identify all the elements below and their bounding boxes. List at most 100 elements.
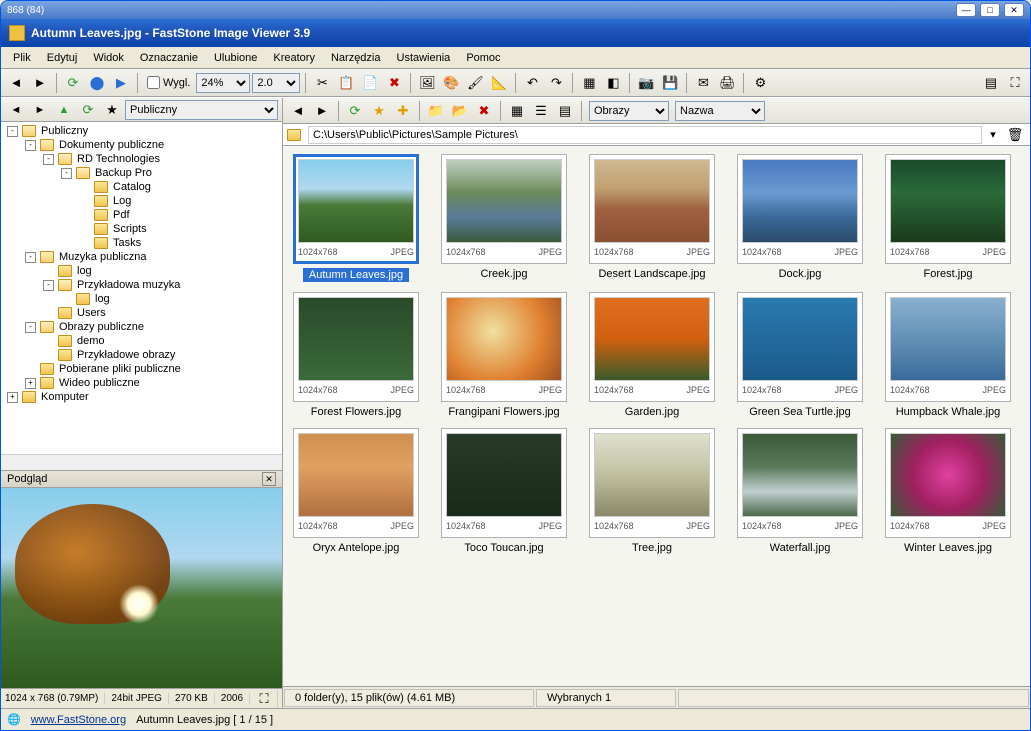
scale-combo[interactable]: 2.0 xyxy=(252,73,300,93)
tree-node[interactable]: -RD Technologies xyxy=(3,152,280,166)
thumb-move-icon[interactable]: 📂 xyxy=(449,100,471,122)
tree-scrollbar[interactable] xyxy=(1,454,282,470)
rotate-left-icon[interactable]: ↶ xyxy=(521,72,543,94)
settings-icon[interactable]: ⚙ xyxy=(749,72,771,94)
minimize-button[interactable]: — xyxy=(956,3,976,17)
rotate-right-icon[interactable]: ↷ xyxy=(545,72,567,94)
tree-node[interactable]: Przykładowe obrazy xyxy=(3,348,280,362)
tree-up-icon[interactable]: ▲ xyxy=(53,99,75,121)
tree-node[interactable]: Pobierane pliki publiczne xyxy=(3,362,280,376)
thumbnail-item[interactable]: 1024x768JPEGDesert Landscape.jpg xyxy=(587,154,717,282)
copy-icon[interactable]: 📋 xyxy=(335,72,357,94)
print-icon[interactable]: 🖨 xyxy=(716,72,738,94)
footer-link[interactable]: www.FastStone.org xyxy=(31,714,126,726)
path-trash-icon[interactable]: 🗑 xyxy=(1004,124,1026,146)
preview-expand-icon[interactable]: ⛶ xyxy=(256,688,278,709)
tree-node[interactable]: -Obrazy publiczne xyxy=(3,320,280,334)
tree-refresh-icon[interactable]: ⟳ xyxy=(77,99,99,121)
compare-icon[interactable]: ◧ xyxy=(602,72,624,94)
maximize-button[interactable]: □ xyxy=(980,3,1000,17)
thumb-fwd-icon[interactable]: ► xyxy=(311,100,333,122)
thumbnail-item[interactable]: 1024x768JPEGToco Toucan.jpg xyxy=(439,428,569,554)
thumbnail-item[interactable]: 1024x768JPEGForest.jpg xyxy=(883,154,1013,282)
grid-icon[interactable]: ▦ xyxy=(578,72,600,94)
cut-icon[interactable]: ✂ xyxy=(311,72,333,94)
menu-ulubione[interactable]: Ulubione xyxy=(206,50,265,66)
tree-toggle-icon[interactable]: - xyxy=(43,154,54,165)
tree-node[interactable]: Users xyxy=(3,306,280,320)
tree-node[interactable]: log xyxy=(3,292,280,306)
thumbnail-item[interactable]: 1024x768JPEGOryx Antelope.jpg xyxy=(291,428,421,554)
tree-node[interactable]: log xyxy=(3,264,280,278)
menu-widok[interactable]: Widok xyxy=(85,50,132,66)
tree-node[interactable]: Catalog xyxy=(3,180,280,194)
stop-icon[interactable]: ⬤ xyxy=(86,72,108,94)
zoom-combo[interactable]: 24% xyxy=(196,73,250,93)
view-list-icon[interactable]: ☰ xyxy=(530,100,552,122)
thumbnail-item[interactable]: 1024x768JPEGTree.jpg xyxy=(587,428,717,554)
tool4-icon[interactable]: 📐 xyxy=(488,72,510,94)
thumbnail-item[interactable]: 1024x768JPEGForest Flowers.jpg xyxy=(291,292,421,418)
nav-forward-icon[interactable]: ► xyxy=(29,72,51,94)
tree-toggle-icon[interactable]: - xyxy=(61,168,72,179)
sort-combo[interactable]: Nazwa xyxy=(675,101,765,121)
wygl-checkbox[interactable]: Wygl. xyxy=(147,76,190,89)
slideshow-icon[interactable]: ▶ xyxy=(110,72,132,94)
tree-node[interactable]: Pdf xyxy=(3,208,280,222)
tree-node[interactable]: Tasks xyxy=(3,236,280,250)
view-detail-icon[interactable]: ▤ xyxy=(554,100,576,122)
menu-pomoc[interactable]: Pomoc xyxy=(458,50,508,66)
tree-node[interactable]: +Komputer xyxy=(3,390,280,404)
capture-icon[interactable]: 📷 xyxy=(635,72,657,94)
tree-node[interactable]: Log xyxy=(3,194,280,208)
tree-toggle-icon[interactable]: - xyxy=(25,322,36,333)
thumb-delete-icon[interactable]: ✖ xyxy=(473,100,495,122)
menu-edytuj[interactable]: Edytuj xyxy=(39,50,86,66)
tree-node[interactable]: +Wideo publiczne xyxy=(3,376,280,390)
thumbnail-item[interactable]: 1024x768JPEGAutumn Leaves.jpg xyxy=(291,154,421,282)
tool1-icon[interactable]: 🖼 xyxy=(416,72,438,94)
layout1-icon[interactable]: ▤ xyxy=(980,72,1002,94)
close-button[interactable]: ✕ xyxy=(1004,3,1024,17)
menu-narzędzia[interactable]: Narzędzia xyxy=(323,50,389,66)
tree-node[interactable]: -Muzyka publiczna xyxy=(3,250,280,264)
tree-toggle-icon[interactable]: - xyxy=(7,126,18,137)
tree-toggle-icon[interactable]: + xyxy=(7,392,18,403)
tree-node[interactable]: demo xyxy=(3,334,280,348)
menu-plik[interactable]: Plik xyxy=(5,50,39,66)
filter-combo[interactable]: Obrazy xyxy=(589,101,669,121)
delete-icon[interactable]: ✖ xyxy=(383,72,405,94)
tree-toggle-icon[interactable]: - xyxy=(25,140,36,151)
tree-node[interactable]: -Publiczny xyxy=(3,124,280,138)
view-thumbs-icon[interactable]: ▦ xyxy=(506,100,528,122)
thumbnail-item[interactable]: 1024x768JPEGFrangipani Flowers.jpg xyxy=(439,292,569,418)
paste-icon[interactable]: 📄 xyxy=(359,72,381,94)
tree-node[interactable]: Scripts xyxy=(3,222,280,236)
menu-ustawienia[interactable]: Ustawienia xyxy=(389,50,459,66)
folder-tree[interactable]: -Publiczny-Dokumenty publiczne-RD Techno… xyxy=(1,122,282,454)
thumbnail-item[interactable]: 1024x768JPEGDock.jpg xyxy=(735,154,865,282)
menu-kreatory[interactable]: Kreatory xyxy=(265,50,323,66)
thumbnail-item[interactable]: 1024x768JPEGCreek.jpg xyxy=(439,154,569,282)
thumb-back-icon[interactable]: ◄ xyxy=(287,100,309,122)
thumb-refresh-icon[interactable]: ⟳ xyxy=(344,100,366,122)
thumb-addfav-icon[interactable]: ✚ xyxy=(392,100,414,122)
preview-close-icon[interactable]: ✕ xyxy=(262,472,276,486)
path-dropdown-icon[interactable]: ▾ xyxy=(986,128,1000,141)
tree-node[interactable]: -Dokumenty publiczne xyxy=(3,138,280,152)
nav-back-icon[interactable]: ◄ xyxy=(5,72,27,94)
tree-toggle-icon[interactable]: - xyxy=(43,280,54,291)
tree-back-icon[interactable]: ◄ xyxy=(5,99,27,121)
tree-toggle-icon[interactable]: - xyxy=(25,252,36,263)
thumb-newfolder-icon[interactable]: 📁 xyxy=(425,100,447,122)
thumbnail-item[interactable]: 1024x768JPEGWinter Leaves.jpg xyxy=(883,428,1013,554)
tree-fwd-icon[interactable]: ► xyxy=(29,99,51,121)
tree-node[interactable]: -Backup Pro xyxy=(3,166,280,180)
email-icon[interactable]: ✉ xyxy=(692,72,714,94)
thumbnail-item[interactable]: 1024x768JPEGWaterfall.jpg xyxy=(735,428,865,554)
tree-toggle-icon[interactable]: + xyxy=(25,378,36,389)
save-icon[interactable]: 💾 xyxy=(659,72,681,94)
tree-root-combo[interactable]: Publiczny xyxy=(125,100,278,120)
thumbnail-item[interactable]: 1024x768JPEGGreen Sea Turtle.jpg xyxy=(735,292,865,418)
menu-oznaczanie[interactable]: Oznaczanie xyxy=(132,50,206,66)
